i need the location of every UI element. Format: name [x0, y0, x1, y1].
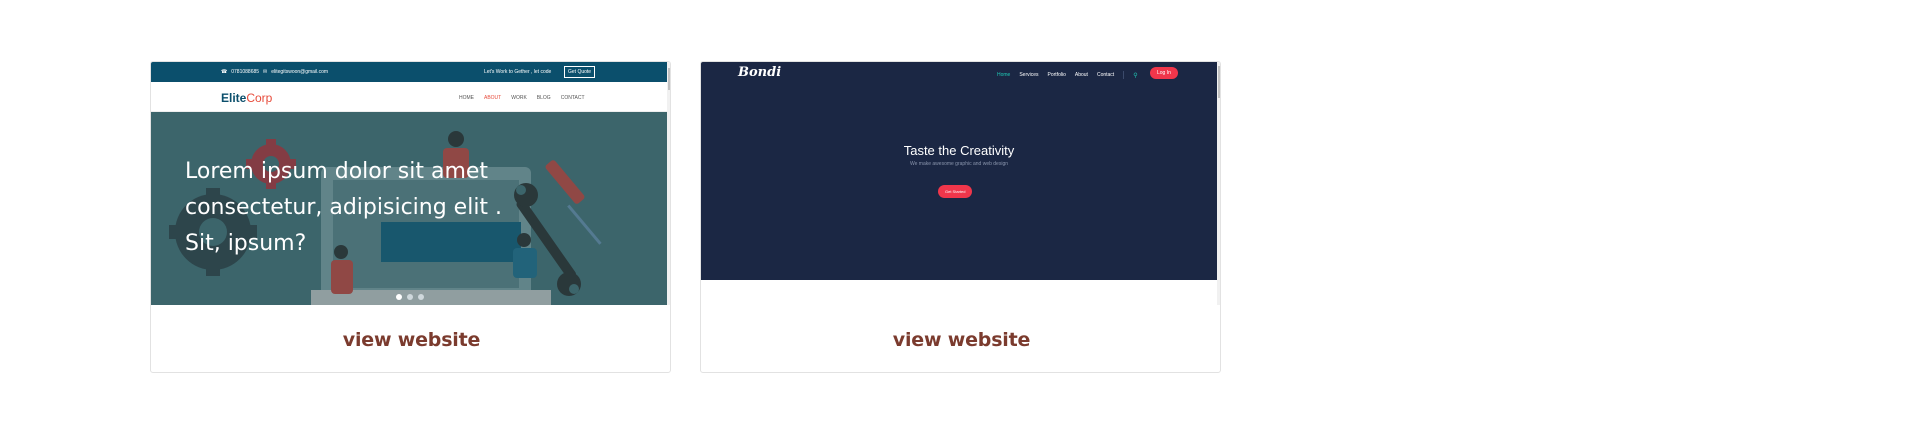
elitecorp-menu-about: ABOUT: [484, 95, 502, 101]
elitecorp-menu-home: HOME: [459, 95, 474, 101]
bondi-menu-contact: Contact: [1096, 72, 1115, 78]
elitecorp-topbar: ☎ 0781088685 ✉ elitegitswoon@gmail.com L…: [151, 62, 667, 82]
card-footer: view website: [701, 305, 1220, 372]
elitecorp-logo: EliteCorp: [221, 91, 273, 105]
elitecorp-menu-work: WORK: [511, 95, 527, 101]
carousel-dot: [418, 294, 424, 300]
bondi-menu: Home Services Portfolio About Contact ⚲: [997, 71, 1138, 79]
portfolio-card-bondi: Bondi Home Services Portfolio About Cont…: [700, 61, 1221, 373]
elitecorp-quote-button: Get Quote: [564, 66, 596, 78]
phone-icon: ☎: [221, 69, 228, 75]
card-footer: view website: [151, 305, 670, 372]
bondi-hero-subtitle: We make awesome graphic and web design: [909, 161, 1009, 167]
view-website-link[interactable]: view website: [893, 329, 1031, 351]
elitecorp-menu-contact: CONTACT: [560, 95, 585, 101]
bondi-page-below-fold: [701, 280, 1217, 305]
portfolio-card-elitecorp: ☎ 0781088685 ✉ elitegitswoon@gmail.com L…: [150, 61, 671, 373]
elitecorp-hero-headline: Lorem ipsum dolor sit amet consectetur, …: [185, 159, 503, 256]
scrollbar: [1217, 62, 1220, 305]
elitecorp-screenshot[interactable]: ☎ 0781088685 ✉ elitegitswoon@gmail.com L…: [151, 62, 670, 305]
bondi-login-button: Log In: [1150, 67, 1178, 79]
bondi-menu-portfolio: Portfolio: [1047, 72, 1066, 78]
carousel-dots: [396, 294, 424, 300]
carousel-dot: [396, 294, 402, 300]
bondi-screenshot[interactable]: Bondi Home Services Portfolio About Cont…: [701, 62, 1220, 305]
bondi-menu-about: About: [1074, 72, 1088, 78]
elitecorp-tagline: Let's Work to Gether , let code: [484, 69, 552, 75]
bondi-hero-title: Taste the Creativity: [903, 143, 1015, 158]
bondi-menu-home: Home: [997, 72, 1011, 78]
search-icon: ⚲: [1133, 72, 1138, 79]
elitecorp-menu: HOME ABOUT WORK BLOG CONTACT: [459, 95, 585, 101]
elitecorp-navbar: EliteCorp HOME ABOUT WORK BLOG CONTACT: [151, 82, 667, 112]
menu-divider: [1123, 71, 1125, 79]
elitecorp-menu-blog: BLOG: [536, 95, 551, 101]
scrollbar-thumb: [668, 68, 670, 90]
elitecorp-phone: 0781088685: [231, 69, 260, 75]
elitecorp-hero: Lorem ipsum dolor sit amet consectetur, …: [151, 112, 667, 305]
elitecorp-email: elitegitswoon@gmail.com: [271, 69, 329, 75]
bondi-page: Bondi Home Services Portfolio About Cont…: [701, 62, 1217, 280]
mail-icon: ✉: [263, 69, 268, 75]
bondi-get-started-button: Get Started: [938, 185, 973, 198]
elitecorp-contact: ☎ 0781088685 ✉ elitegitswoon@gmail.com: [221, 69, 328, 75]
carousel-dot: [407, 294, 413, 300]
scrollbar-thumb: [1218, 66, 1220, 98]
scrollbar: [667, 62, 670, 305]
view-website-link[interactable]: view website: [343, 329, 481, 351]
bondi-logo: Bondi: [738, 65, 782, 80]
bondi-menu-services: Services: [1019, 72, 1039, 78]
